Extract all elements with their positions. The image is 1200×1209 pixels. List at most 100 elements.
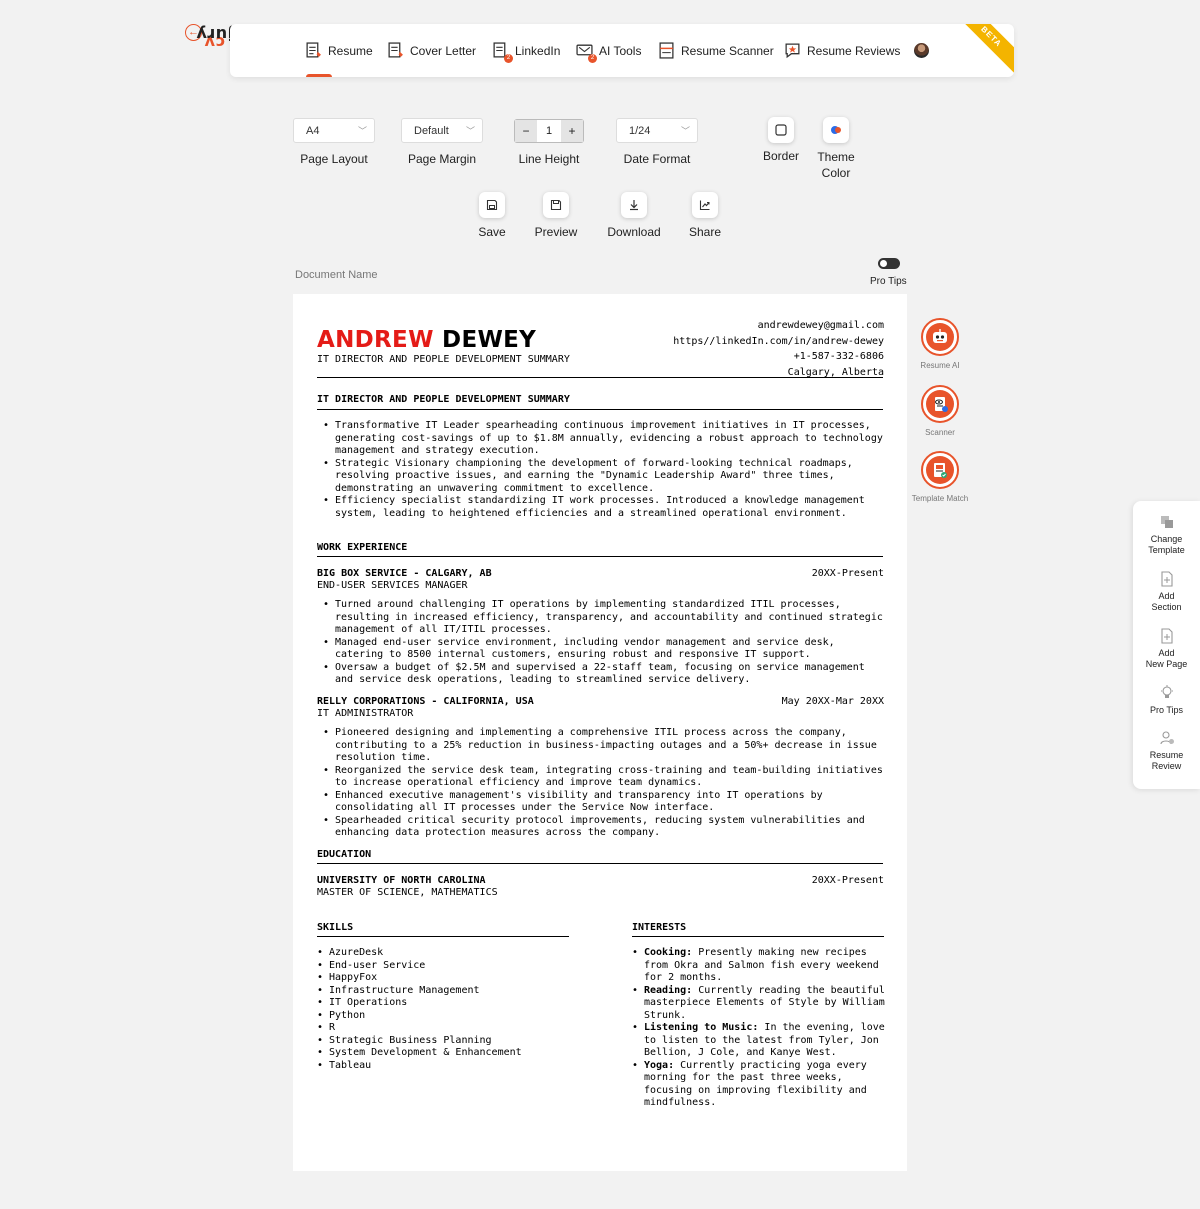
contact-email[interactable]: andrewdewey@gmail.com	[673, 318, 884, 334]
contact-location[interactable]: Calgary, Alberta	[673, 365, 884, 381]
education-school[interactable]: UNIVERSITY OF NORTH CAROLINA	[317, 875, 486, 886]
skills-list[interactable]: AzureDesk End-user Service HappyFox Infr…	[317, 947, 522, 1072]
nav-linkedin[interactable]: 2 LinkedIn	[492, 42, 560, 63]
resume-review-button[interactable]: Resume Review	[1133, 730, 1200, 772]
list-item[interactable]: End-user Service	[317, 960, 522, 973]
list-item[interactable]: System Development & Enhancement	[317, 1047, 522, 1060]
color-label: Color	[821, 166, 851, 180]
list-item[interactable]: Enhanced executive management's visibili…	[317, 790, 883, 815]
resume-contact[interactable]: andrewdewey@gmail.com https//linkedIn.co…	[673, 318, 884, 380]
date-format-select[interactable]: 1/24 ﹀	[616, 118, 698, 143]
save-label: Save	[478, 225, 506, 239]
nav-ai-tools[interactable]: 2 AI Tools	[576, 42, 641, 63]
list-item[interactable]: HappyFox	[317, 972, 522, 985]
job-bullets[interactable]: Turned around challenging IT operations …	[317, 599, 883, 687]
list-item[interactable]: Listening to Music: In the evening, love…	[632, 1022, 885, 1060]
interests-list[interactable]: Cooking: Presently making new recipes fr…	[632, 947, 885, 1110]
download-icon	[630, 200, 638, 211]
user-avatar[interactable]	[914, 43, 929, 58]
list-item[interactable]: Oversaw a budget of $2.5M and supervised…	[317, 662, 883, 687]
list-item[interactable]: Turned around challenging IT operations …	[317, 599, 883, 637]
job-role[interactable]: END-USER SERVICES MANAGER	[317, 580, 468, 591]
nav-cover-letter[interactable]: Cover Letter	[387, 42, 476, 59]
list-item[interactable]: AzureDesk	[317, 947, 522, 960]
summary-heading[interactable]: IT DIRECTOR AND PEOPLE DEVELOPMENT SUMMA…	[317, 394, 570, 405]
add-section-button[interactable]: Add Section	[1133, 571, 1200, 613]
download-button[interactable]	[621, 192, 647, 218]
section-divider	[317, 936, 569, 937]
job-bullets[interactable]: Pioneered designing and implementing a c…	[317, 727, 883, 840]
list-item[interactable]: Cooking: Presently making new recipes fr…	[632, 947, 885, 985]
job-date[interactable]: May 20XX-Mar 20XX	[782, 696, 884, 707]
list-item[interactable]: Tableau	[317, 1060, 522, 1073]
download-control: Download	[604, 192, 664, 239]
preview-button[interactable]	[543, 192, 569, 218]
beta-ribbon: BETA	[952, 24, 1014, 76]
active-tab-indicator	[306, 74, 332, 77]
pro-tips-button[interactable]: Pro Tips	[1133, 685, 1200, 716]
resume-subtitle[interactable]: IT DIRECTOR AND PEOPLE DEVELOPMENT SUMMA…	[317, 354, 570, 365]
contact-linkedin[interactable]: https//linkedIn.com/in/andrew-dewey	[673, 334, 884, 350]
job-date[interactable]: 20XX-Present	[812, 568, 884, 579]
list-item[interactable]: Managed end-user service environment, in…	[317, 637, 883, 662]
ai-tools-icon: 2	[576, 42, 597, 63]
nav-resume-scanner[interactable]: Resume Scanner	[658, 42, 774, 59]
save-button[interactable]	[479, 192, 505, 218]
resume-page[interactable]: ANDREW DEWEY IT DIRECTOR AND PEOPLE DEVE…	[293, 294, 907, 1171]
date-format-label: Date Format	[623, 152, 691, 166]
change-template-button[interactable]: Change Template	[1133, 514, 1200, 556]
skills-heading[interactable]: SKILLS	[317, 922, 353, 933]
side-panel: Change Template Add Section Add New Page Pr…	[1133, 501, 1200, 789]
job-role[interactable]: IT ADMINISTRATOR	[317, 708, 413, 719]
resume-name[interactable]: ANDREW DEWEY	[317, 327, 536, 353]
nav-resume-reviews[interactable]: Resume Reviews	[784, 42, 900, 59]
contact-phone[interactable]: +1-587-332-6806	[673, 349, 884, 365]
add-page-icon	[1160, 628, 1173, 644]
line-height-increase-button[interactable]: +	[561, 120, 583, 142]
list-item[interactable]: Pioneered designing and implementing a c…	[317, 727, 883, 765]
list-item[interactable]: Strategic Visionary championing the deve…	[317, 458, 883, 496]
robot-icon	[933, 329, 947, 343]
pro-tips-toggle[interactable]	[878, 258, 900, 269]
resume-ai-tool[interactable]: Resume AI	[905, 318, 975, 370]
resume-ai-label: Resume AI	[920, 361, 960, 370]
list-item[interactable]: Python	[317, 1010, 522, 1023]
nav-resume[interactable]: Resume	[305, 42, 373, 59]
line-height-value[interactable]: 1	[537, 125, 561, 137]
template-match-label: Template Match	[911, 494, 969, 503]
document-name-field[interactable]: Document Name	[295, 269, 378, 281]
template-match-tool[interactable]: Template Match	[905, 451, 975, 503]
cvjury-logo[interactable]: cv jury	[196, 25, 233, 75]
interests-heading[interactable]: INTERESTS	[632, 922, 686, 933]
line-height-decrease-button[interactable]: −	[515, 120, 537, 142]
preview-label: Preview	[534, 225, 578, 239]
section-divider	[632, 936, 884, 937]
border-button[interactable]	[768, 117, 794, 143]
page-margin-select[interactable]: Default ﹀	[401, 118, 483, 143]
list-item[interactable]: Strategic Business Planning	[317, 1035, 522, 1048]
job-company[interactable]: BIG BOX SERVICE - CALGARY, AB	[317, 568, 492, 579]
job-company[interactable]: RELLY CORPORATIONS - CALIFORNIA, USA	[317, 696, 534, 707]
theme-color-button[interactable]	[823, 117, 849, 143]
list-item[interactable]: Spearheaded critical security protocol i…	[317, 815, 883, 840]
list-item[interactable]: Yoga: Currently practicing yoga every mo…	[632, 1060, 885, 1110]
share-button[interactable]	[692, 192, 718, 218]
education-date[interactable]: 20XX-Present	[812, 875, 884, 886]
education-heading[interactable]: EDUCATION	[317, 849, 371, 860]
list-item[interactable]: Reading: Currently reading the beautiful…	[632, 985, 885, 1023]
summary-list[interactable]: Transformative IT Leader spearheading co…	[317, 420, 883, 520]
resume-doc-icon	[305, 42, 322, 59]
scanner-tool[interactable]: Scanner	[905, 385, 975, 437]
list-item[interactable]: IT Operations	[317, 997, 522, 1010]
page-layout-select[interactable]: A4 ﹀	[293, 118, 375, 143]
list-item[interactable]: Efficiency specialist standardizing IT w…	[317, 495, 883, 520]
list-item[interactable]: Transformative IT Leader spearheading co…	[317, 420, 883, 458]
line-height-stepper: − 1 +	[514, 119, 584, 143]
list-item[interactable]: Reorganized the service desk team, integ…	[317, 765, 883, 790]
work-experience-heading[interactable]: WORK EXPERIENCE	[317, 542, 407, 553]
add-new-page-button[interactable]: Add New Page	[1133, 628, 1200, 670]
list-item[interactable]: R	[317, 1022, 522, 1035]
education-degree[interactable]: MASTER OF SCIENCE, MATHEMATICS	[317, 887, 498, 898]
section-divider	[317, 863, 883, 864]
list-item[interactable]: Infrastructure Management	[317, 985, 522, 998]
